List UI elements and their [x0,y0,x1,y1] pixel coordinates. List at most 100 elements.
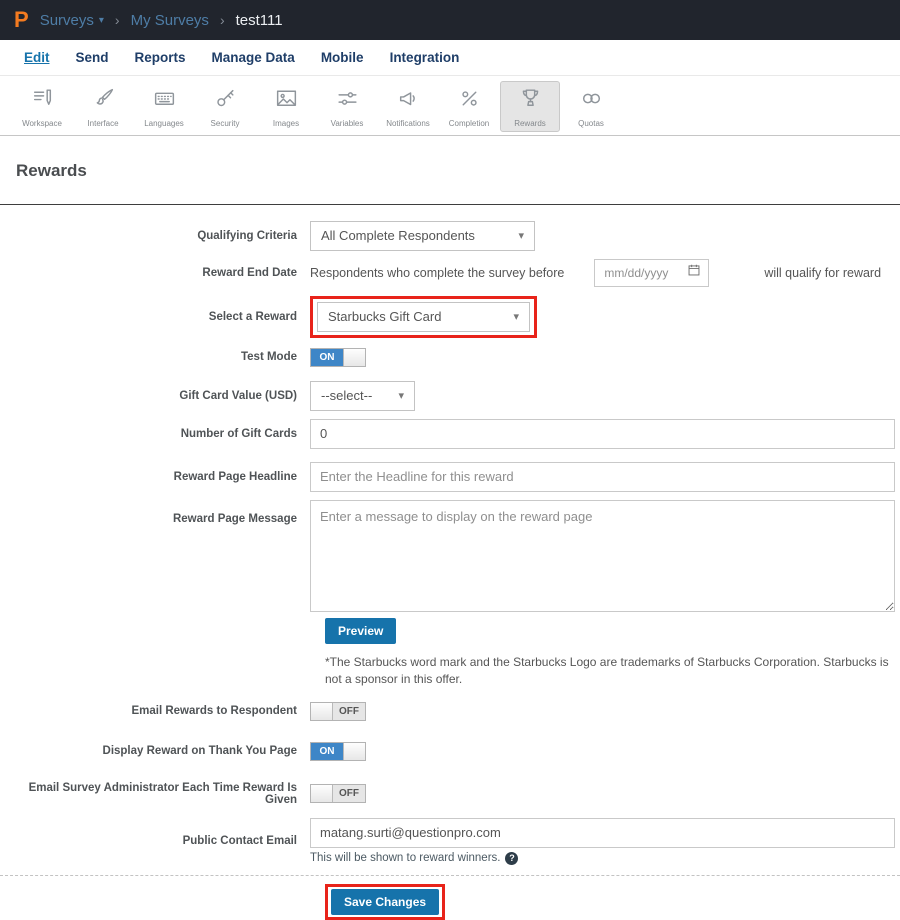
caret-down-icon: ▾ [518,229,524,242]
toggle-handle [343,743,365,760]
gift-card-value-label: Gift Card Value (USD) [0,390,310,402]
reward-page-headline-label: Reward Page Headline [0,471,310,483]
email-rewards-toggle[interactable]: OFF [310,702,366,721]
breadcrumb-separator: › [220,12,225,28]
tab-label: Rewards [514,119,546,128]
breadcrumb-my-surveys[interactable]: My Surveys [131,12,209,29]
number-of-gift-cards-input[interactable] [310,419,895,449]
menu-item-manage-data[interactable]: Manage Data [199,50,308,65]
test-mode-label: Test Mode [0,351,310,363]
links-icon [579,86,604,116]
menu-item-edit[interactable]: Edit [11,50,63,65]
toggle-state-label: ON [311,349,343,366]
image-icon [274,86,299,116]
tab-label: Variables [331,119,364,128]
form-row-email-admin: Email Survey Administrator Each Time Rew… [0,782,900,806]
preview-button[interactable]: Preview [325,618,396,644]
reward-end-date-field[interactable] [594,259,709,287]
preview-button-area: Preview [325,618,900,644]
highlight-rectangle: Starbucks Gift Card ▾ [310,296,537,338]
save-button-area: Save Changes [325,884,900,920]
breadcrumb-separator: › [115,12,120,28]
keyboard-icon [152,86,177,116]
tab-notifications[interactable]: Notifications [378,81,438,132]
helper-text: This will be shown to reward winners. [310,852,500,864]
trophy-icon [518,86,543,116]
help-question-icon[interactable]: ? [505,852,518,865]
reward-page-message-textarea[interactable] [310,500,895,612]
gift-card-value-select[interactable]: --select-- ▾ [310,381,415,411]
tab-label: Workspace [22,119,62,128]
disclaimer-area: *The Starbucks word mark and the Starbuc… [325,654,900,688]
form-row-gift-card-value: Gift Card Value (USD) --select-- ▾ [0,381,900,411]
form-row-reward-page-headline: Reward Page Headline [0,462,900,492]
menu-item-send[interactable]: Send [63,50,122,65]
email-admin-toggle[interactable]: OFF [310,784,366,803]
paintbrush-icon [91,86,116,116]
form-row-select-reward: Select a Reward Starbucks Gift Card ▾ [0,296,900,338]
select-reward-select[interactable]: Starbucks Gift Card ▾ [317,302,530,332]
email-admin-label: Email Survey Administrator Each Time Rew… [0,782,310,806]
qualifying-criteria-value: All Complete Respondents [321,228,475,243]
form-row-public-contact-email: Public Contact Email This will be shown … [0,818,900,865]
form-row-reward-page-message: Reward Page Message [0,500,900,612]
test-mode-toggle[interactable]: ON [310,348,366,367]
calendar-icon[interactable] [687,263,701,282]
percent-icon [457,86,482,116]
qualifying-criteria-label: Qualifying Criteria [0,230,310,242]
tab-images[interactable]: Images [256,81,316,132]
breadcrumb-surveys-dropdown[interactable]: Surveys ▾ [40,12,104,29]
tab-label: Completion [449,119,489,128]
menu-item-reports[interactable]: Reports [122,50,199,65]
public-contact-email-helper: This will be shown to reward winners. ? [310,852,518,865]
form-row-test-mode: Test Mode ON [0,348,900,367]
top-navigation-bar: P Surveys ▾ › My Surveys › test111 [0,0,900,40]
edit-toolbar: Workspace Interface Languages Security I… [0,76,900,136]
toggle-state-label: OFF [333,703,365,720]
form-row-qualifying-criteria: Qualifying Criteria All Complete Respond… [0,221,900,251]
toggle-state-label: OFF [333,785,365,802]
public-contact-email-input[interactable] [310,818,895,848]
reward-end-date-label: Reward End Date [0,267,310,279]
menu-item-mobile[interactable]: Mobile [308,50,377,65]
menu-item-integration[interactable]: Integration [377,50,473,65]
main-menu: Edit Send Reports Manage Data Mobile Int… [0,40,900,76]
tab-interface[interactable]: Interface [73,81,133,132]
reward-end-date-suffix: will qualify for reward [764,266,881,280]
sliders-icon [335,86,360,116]
tab-completion[interactable]: Completion [439,81,499,132]
form-row-display-reward: Display Reward on Thank You Page ON [0,742,900,761]
toggle-state-label: ON [311,743,343,760]
save-changes-button[interactable]: Save Changes [331,889,439,915]
page-title: Rewards [0,147,900,192]
tab-workspace[interactable]: Workspace [12,81,72,132]
rewards-form: Qualifying Criteria All Complete Respond… [0,205,900,920]
number-of-gift-cards-label: Number of Gift Cards [0,428,310,440]
reward-end-date-input[interactable] [602,265,682,281]
form-row-number-of-gift-cards: Number of Gift Cards [0,419,900,449]
reward-page-headline-input[interactable] [310,462,895,492]
reward-end-date-prefix: Respondents who complete the survey befo… [310,266,564,280]
tab-quotas[interactable]: Quotas [561,81,621,132]
tab-label: Quotas [578,119,604,128]
breadcrumb-surveys-label: Surveys [40,12,94,29]
display-reward-label: Display Reward on Thank You Page [0,745,310,757]
tab-label: Notifications [386,119,430,128]
email-rewards-label: Email Rewards to Respondent [0,705,310,717]
toggle-handle [311,703,333,720]
display-reward-toggle[interactable]: ON [310,742,366,761]
gift-card-value-value: --select-- [321,388,372,403]
tab-rewards[interactable]: Rewards [500,81,560,132]
key-icon [213,86,238,116]
highlight-rectangle: Save Changes [325,884,445,920]
section-divider [0,875,900,876]
tab-label: Images [273,119,299,128]
questionpro-logo[interactable]: P [14,9,29,31]
tab-variables[interactable]: Variables [317,81,377,132]
tab-label: Languages [144,119,184,128]
tab-languages[interactable]: Languages [134,81,194,132]
tab-label: Interface [87,119,118,128]
qualifying-criteria-select[interactable]: All Complete Respondents ▾ [310,221,535,251]
tab-security[interactable]: Security [195,81,255,132]
tab-label: Security [211,119,240,128]
